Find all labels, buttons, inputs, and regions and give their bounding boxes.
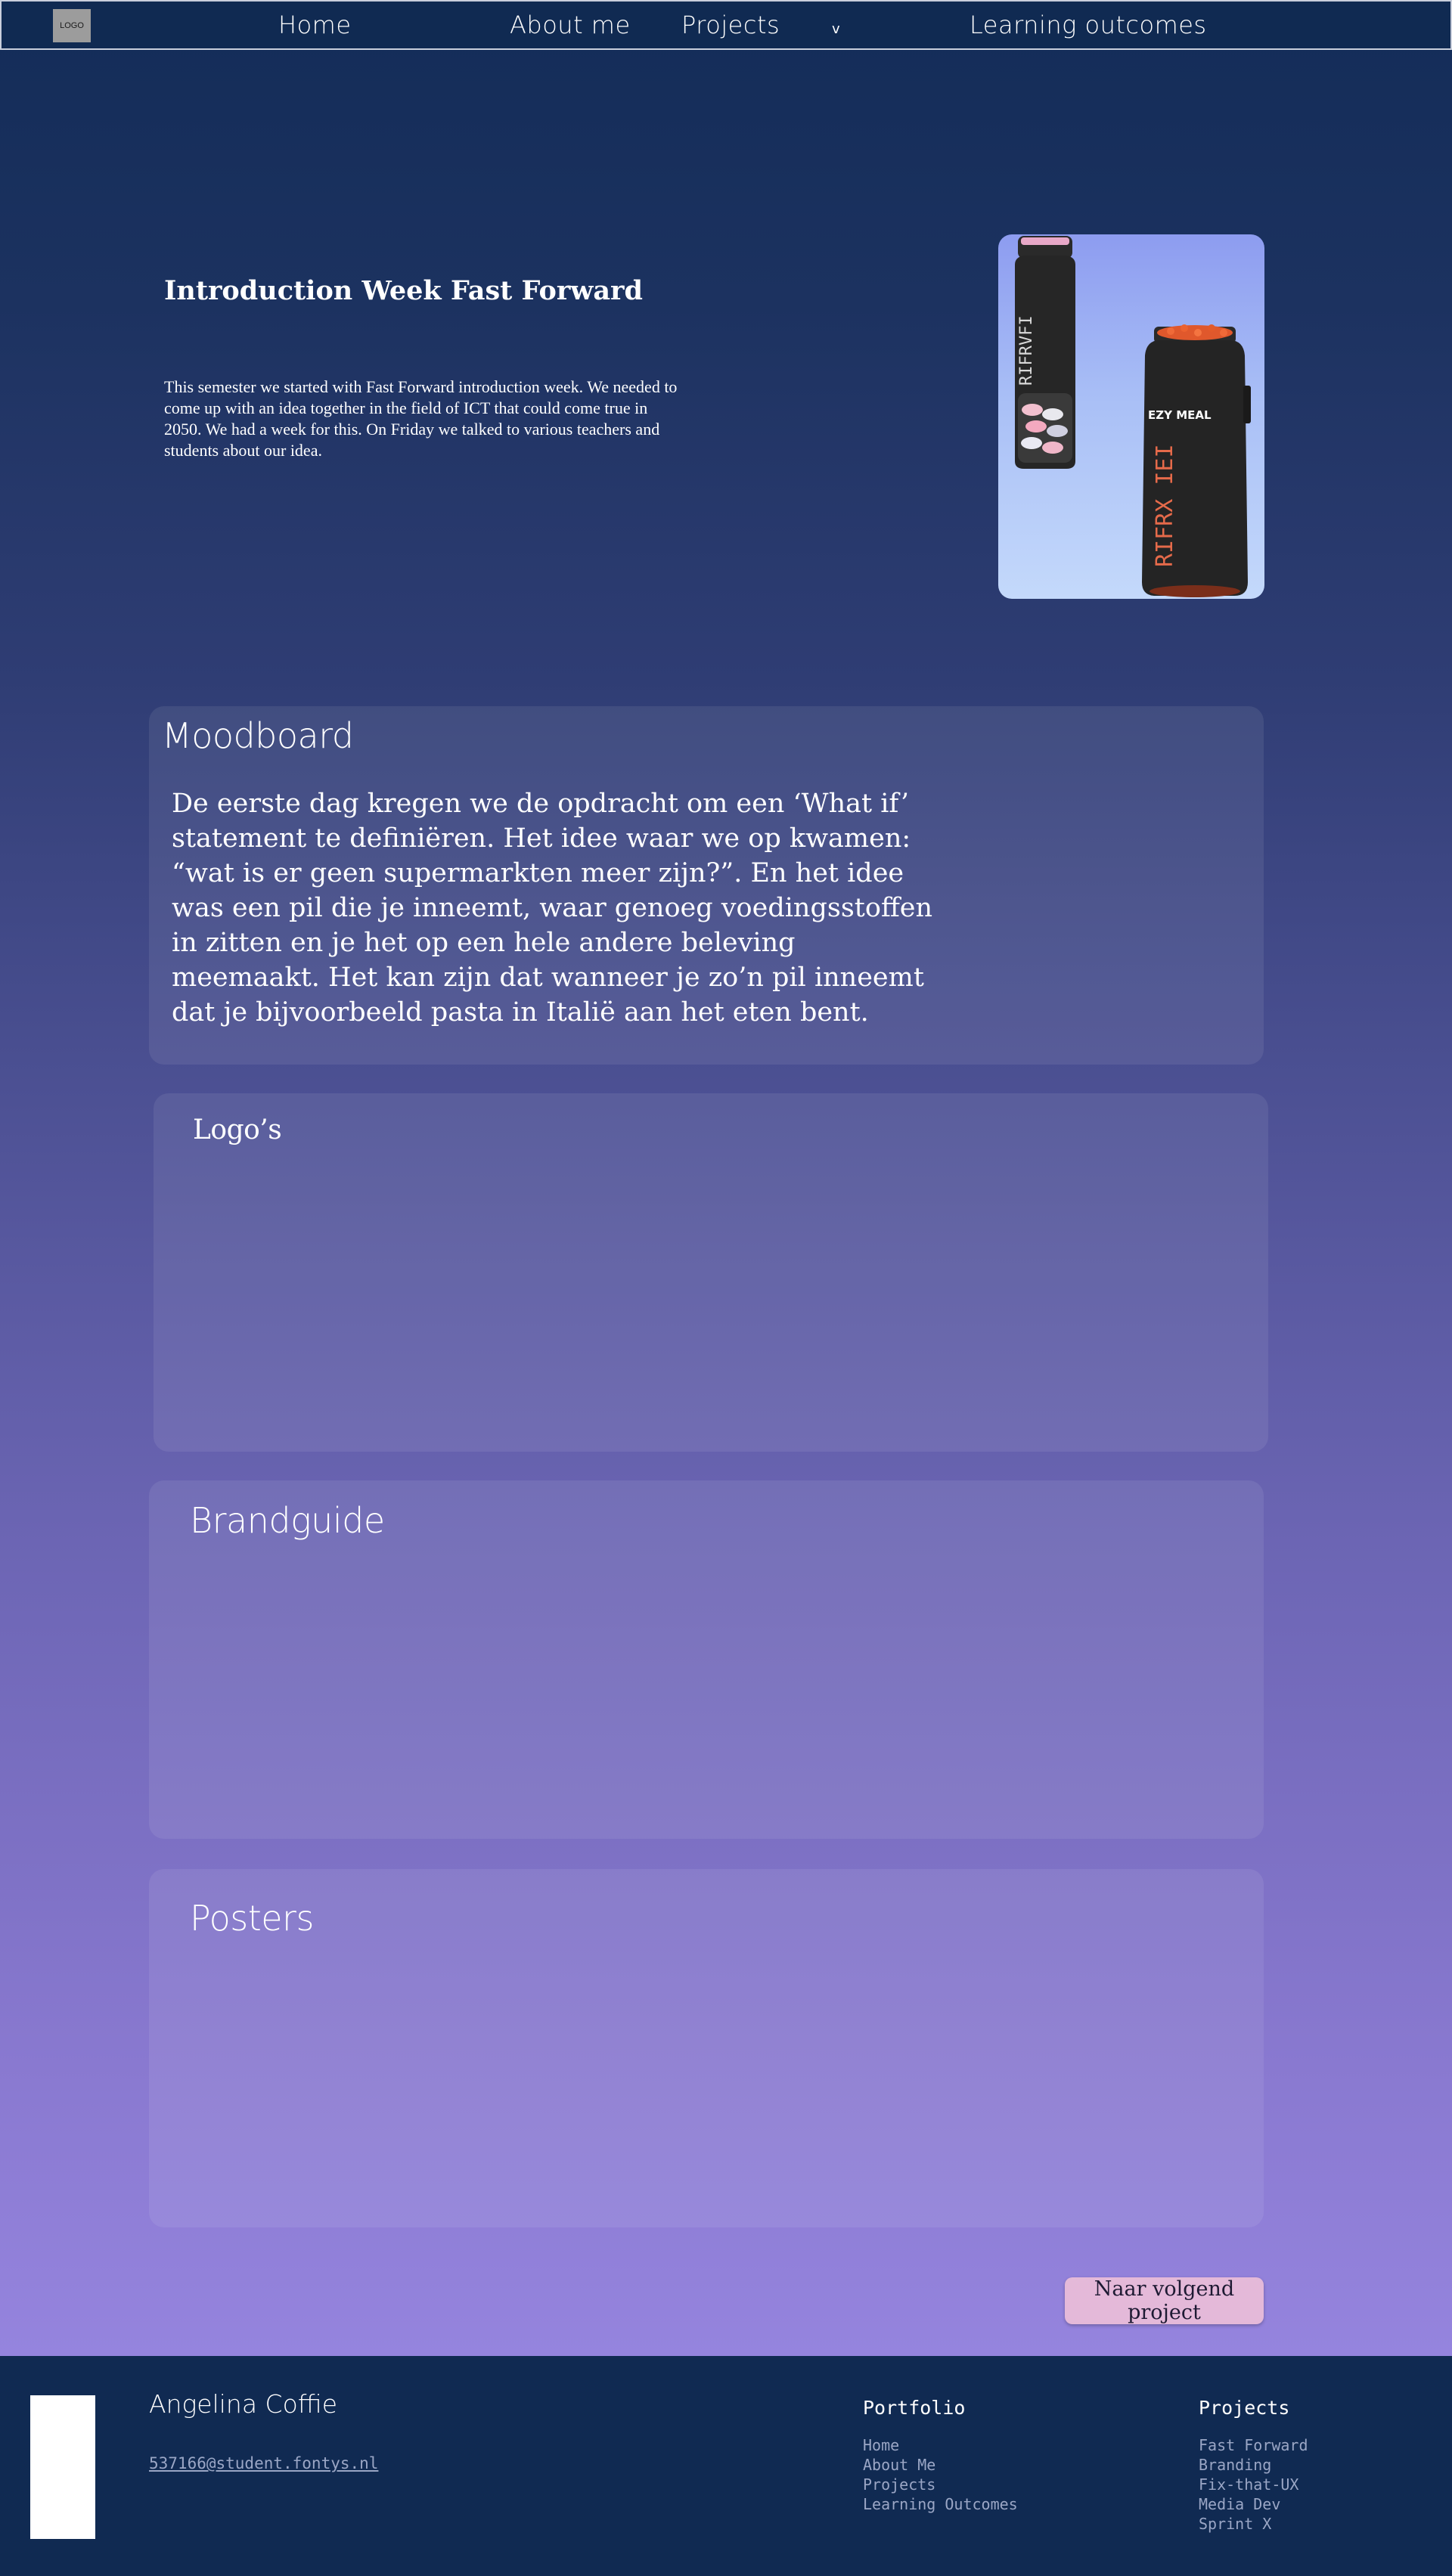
posters-title: Posters <box>190 1898 314 1939</box>
page-title: Introduction Week Fast Forward <box>164 275 643 306</box>
logos-card: Logo’s <box>154 1093 1268 1452</box>
footer-projects-heading: Projects <box>1199 2397 1290 2419</box>
footer-projects-column: Projects Fast Forward Branding Fix-that-… <box>1199 2397 1308 2534</box>
footer-link-learning-outcomes[interactable]: Learning Outcomes <box>863 2494 1018 2514</box>
brandguide-title: Brandguide <box>190 1500 385 1541</box>
nav-home-link[interactable]: Home <box>278 11 352 39</box>
footer-link-projects[interactable]: Projects <box>863 2475 1018 2494</box>
posters-card: Posters <box>149 1869 1264 2227</box>
footer-link-branding[interactable]: Branding <box>1199 2455 1308 2475</box>
footer-link-fast-forward[interactable]: Fast Forward <box>1199 2435 1308 2455</box>
nav-about-link[interactable]: About me <box>510 11 631 39</box>
footer-name: Angelina Coffie <box>149 2389 337 2419</box>
next-project-button[interactable]: Naar volgend project <box>1065 2277 1264 2324</box>
moodboard-card: Moodboard De eerste dag kregen we de opd… <box>149 706 1264 1065</box>
svg-text:RIFRX IEI: RIFRX IEI <box>1152 444 1178 567</box>
moodboard-title: Moodboard <box>162 715 354 756</box>
footer-link-sprint-x[interactable]: Sprint X <box>1199 2514 1308 2534</box>
footer-link-media-dev[interactable]: Media Dev <box>1199 2494 1308 2514</box>
moodboard-text: De eerste dag kregen we de opdracht om e… <box>172 789 933 1028</box>
logo[interactable]: LOGO <box>53 9 91 42</box>
svg-text:EZY MEAL: EZY MEAL <box>1148 408 1212 422</box>
pill-bottles-illustration: RIFRVFI EZY MEAL RIFRX IEI <box>1015 236 1251 597</box>
footer: Angelina Coffie 537166@student.fontys.nl… <box>0 2356 1452 2576</box>
footer-link-home[interactable]: Home <box>863 2435 1018 2455</box>
nav-projects-link[interactable]: Projects <box>681 11 780 39</box>
brandguide-card: Brandguide <box>149 1480 1264 1839</box>
product-bottles-image: RIFRVFI EZY MEAL RIFRX IEI <box>998 234 1264 599</box>
top-navigation: LOGO Home About me Projects v Learning o… <box>0 0 1452 50</box>
footer-link-fix-that-ux[interactable]: Fix-that-UX <box>1199 2475 1308 2494</box>
avatar <box>30 2395 95 2539</box>
intro-text: This semester we started with Fast Forwa… <box>164 377 678 460</box>
footer-link-about-me[interactable]: About Me <box>863 2455 1018 2475</box>
logos-title: Logo’s <box>193 1114 282 1145</box>
footer-portfolio-column: Portfolio Home About Me Projects Learnin… <box>863 2397 1018 2514</box>
footer-email-link[interactable]: 537166@student.fontys.nl <box>149 2454 378 2472</box>
footer-portfolio-heading: Portfolio <box>863 2397 966 2419</box>
chevron-down-icon[interactable]: v <box>832 21 840 37</box>
svg-text:RIFRVFI: RIFRVFI <box>1017 315 1036 386</box>
nav-learning-outcomes-link[interactable]: Learning outcomes <box>970 11 1207 39</box>
